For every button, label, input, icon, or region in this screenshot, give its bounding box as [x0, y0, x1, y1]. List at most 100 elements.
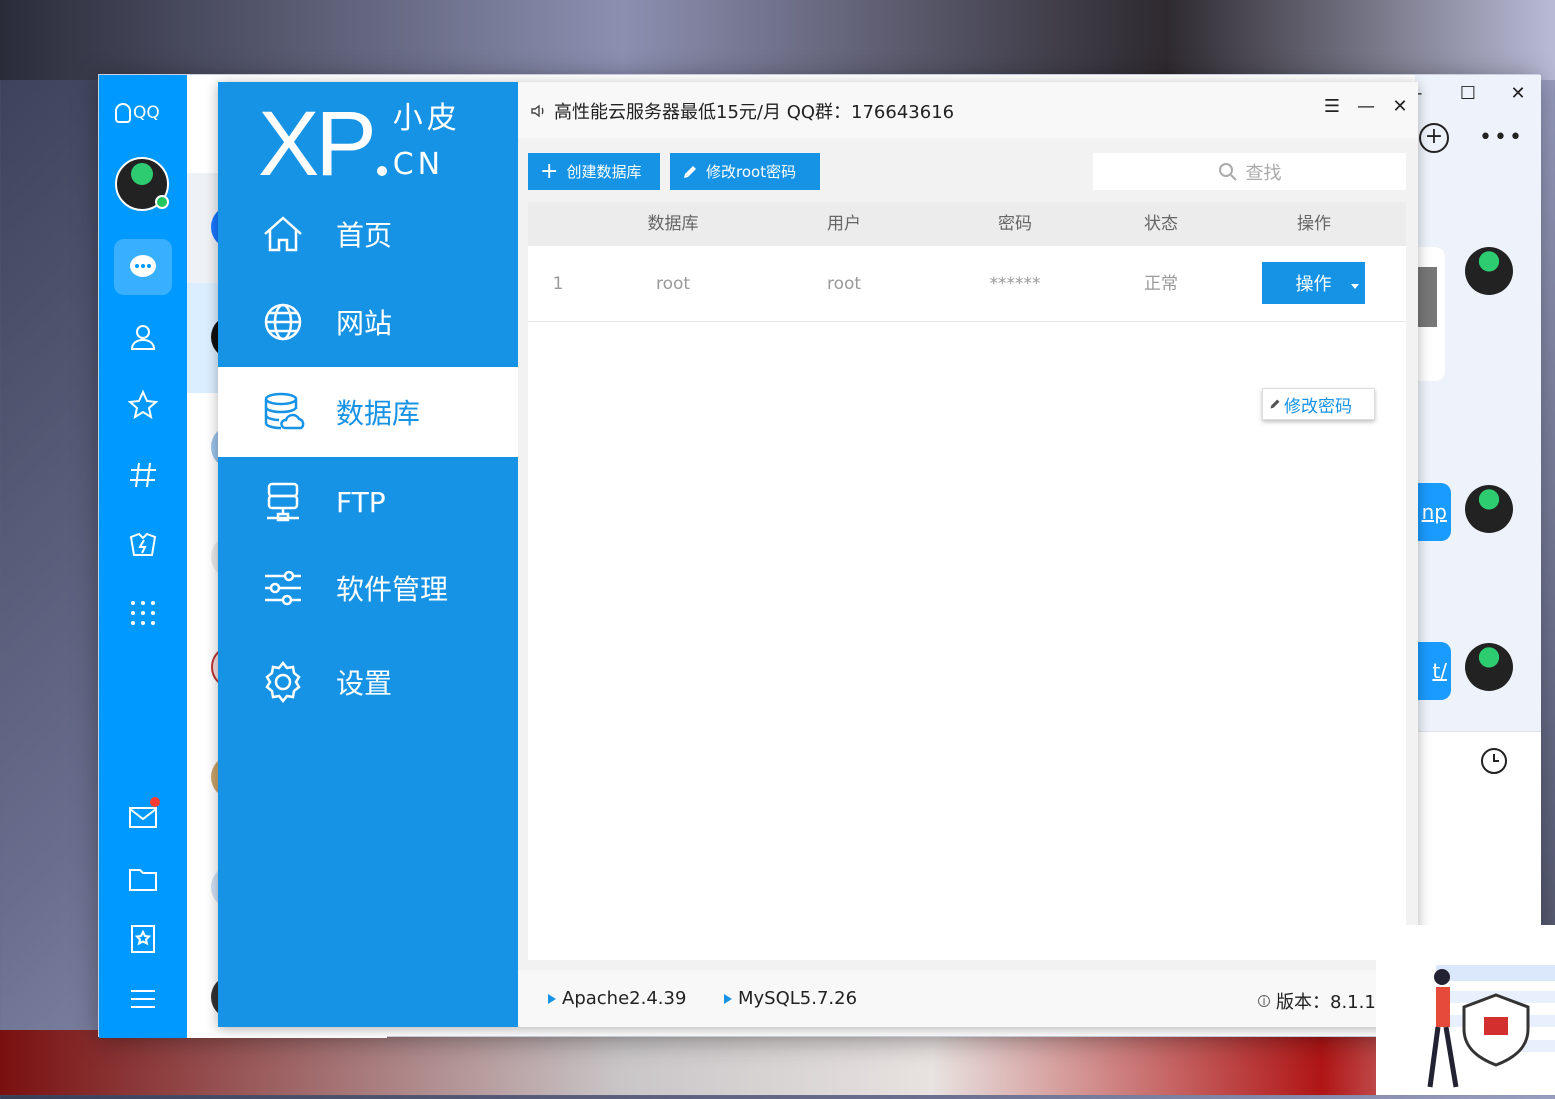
play-icon — [724, 993, 732, 1004]
announcement-text: 高性能云服务器最低15元/月 QQ群：176643616 — [554, 102, 955, 123]
version-info: i 版本：8.1.1.3 — [1258, 988, 1393, 1014]
server-icon — [267, 482, 299, 522]
search-input[interactable]: 查找 — [1093, 153, 1406, 190]
database-table: 数据库 用户 密码 状态 操作 1 root root ****** 正常 操作… — [528, 202, 1406, 960]
more-icon[interactable]: ••• — [1479, 125, 1524, 150]
info-icon: i — [1258, 995, 1270, 1007]
shield-icon — [1427, 965, 1555, 1088]
pencil-icon — [684, 165, 696, 178]
globe-icon — [264, 303, 302, 341]
user-avatar[interactable] — [115, 157, 169, 211]
row-database: root — [655, 274, 691, 294]
change-root-password-button[interactable]: 修改root密码 — [670, 153, 820, 190]
apache-status[interactable]: Apache2.4.39 — [548, 988, 686, 1009]
bookmark-star-icon — [131, 925, 155, 953]
qq-window-controls: – ☐ ✕ — [1407, 83, 1529, 104]
files-button[interactable] — [114, 851, 172, 907]
create-database-label: 创建数据库 — [566, 163, 642, 181]
games-tab[interactable] — [114, 517, 172, 573]
row-password: ****** — [989, 274, 1041, 294]
search-placeholder: 查找 — [1245, 162, 1282, 184]
add-icon[interactable]: + — [1419, 123, 1449, 153]
caret-down-icon — [1351, 284, 1359, 289]
xp-sidebar: XP 小皮 CN 首页 网站 数据库 FTP 软件管理 设置 — [218, 82, 518, 1027]
contacts-tab[interactable] — [114, 309, 172, 365]
hashtag-icon — [130, 462, 156, 488]
row-user: root — [826, 274, 862, 294]
column-header-action: 操作 — [1297, 214, 1331, 234]
message-bubble[interactable]: t/ — [1415, 642, 1451, 700]
column-header-user: 用户 — [827, 214, 861, 234]
close-button[interactable]: ✕ — [1390, 96, 1410, 117]
status-bar: Apache2.4.39 MySQL5.7.26 i 版本：8.1.1.3 — [518, 970, 1418, 1027]
nav-item-websites[interactable]: 网站 — [218, 277, 518, 367]
speaker-icon — [531, 104, 544, 118]
column-header-status: 状态 — [1144, 214, 1178, 234]
create-database-button[interactable]: + 创建数据库 — [528, 153, 660, 190]
main-menu-button[interactable] — [114, 971, 172, 1027]
nav-label: FTP — [336, 485, 386, 519]
database-icon — [264, 392, 305, 430]
mysql-status[interactable]: MySQL5.7.26 — [724, 988, 857, 1009]
avatar[interactable] — [1465, 643, 1513, 691]
nav-item-software[interactable]: 软件管理 — [218, 543, 518, 633]
apps-tab[interactable] — [114, 585, 172, 641]
message-bubble[interactable]: np — [1415, 483, 1451, 541]
apache-label: Apache2.4.39 — [562, 988, 687, 1009]
grid-dots-icon — [131, 601, 155, 625]
nav-label: 软件管理 — [336, 573, 449, 606]
favorites-tab[interactable] — [114, 377, 172, 433]
table-row[interactable]: 1 root root ****** 正常 操作 — [528, 246, 1406, 322]
xp-window: XP 小皮 CN 首页 网站 数据库 FTP 软件管理 设置 高性能云服务器最低… — [218, 82, 1418, 1027]
folder-icon — [129, 869, 157, 891]
qq-logo: QQ — [115, 103, 160, 123]
search-icon — [1218, 162, 1237, 181]
logo-small-bottom: CN — [392, 147, 445, 182]
logo-small-top: 小皮 — [392, 101, 461, 136]
plus-icon: + — [540, 159, 559, 184]
qq-logo-text: QQ — [133, 103, 160, 123]
xp-titlebar: 高性能云服务器最低15元/月 QQ群：176643616 ☰ — ✕ — [518, 82, 1418, 138]
logo-big-text: XP — [258, 93, 377, 195]
desktop-background-top — [0, 0, 1555, 80]
xp-logo: XP 小皮 CN — [258, 94, 461, 194]
desktop-background-bottom — [0, 1030, 1555, 1095]
maximize-button[interactable]: ☐ — [1457, 83, 1479, 104]
change-root-password-label: 修改root密码 — [706, 163, 797, 181]
row-status: 正常 — [1144, 274, 1178, 294]
image-message[interactable] — [1415, 247, 1445, 381]
dropdown-item-change-password[interactable]: 修改密码 — [1262, 388, 1375, 420]
action-dropdown-button[interactable]: 操作 — [1262, 262, 1365, 304]
action-label: 操作 — [1295, 274, 1332, 295]
gear-icon — [265, 660, 301, 704]
chat-input-area[interactable] — [1415, 731, 1541, 925]
dropdown-item-label: 修改密码 — [1284, 396, 1352, 417]
minimize-button[interactable]: — — [1356, 96, 1376, 117]
nav-label: 网站 — [336, 307, 393, 340]
column-header-password: 密码 — [998, 214, 1032, 234]
nav-item-database[interactable]: 数据库 — [218, 367, 518, 457]
notification-badge — [150, 797, 160, 807]
nav-item-settings[interactable]: 设置 — [218, 637, 518, 727]
lightning-card-icon — [129, 532, 157, 556]
nav-label: 首页 — [336, 219, 393, 252]
column-header-database: 数据库 — [647, 214, 699, 234]
row-index: 1 — [552, 274, 564, 294]
clock-icon[interactable] — [1479, 746, 1509, 776]
avatar[interactable] — [1465, 485, 1513, 533]
mysql-label: MySQL5.7.26 — [738, 988, 858, 1009]
mail-button[interactable] — [114, 789, 172, 845]
person-icon — [130, 325, 156, 350]
close-button[interactable]: ✕ — [1507, 83, 1529, 104]
home-icon — [264, 216, 302, 252]
nav-label: 设置 — [336, 667, 393, 700]
nav-item-ftp[interactable]: FTP — [218, 457, 518, 547]
penguin-icon — [115, 103, 131, 123]
messages-tab[interactable] — [114, 239, 172, 295]
bookmarks-button[interactable] — [114, 911, 172, 967]
menu-icon[interactable]: ☰ — [1322, 96, 1342, 117]
nav-item-home[interactable]: 首页 — [218, 189, 518, 279]
avatar[interactable] — [1465, 247, 1513, 295]
chat-bubble-icon — [130, 255, 156, 277]
channels-tab[interactable] — [114, 447, 172, 503]
